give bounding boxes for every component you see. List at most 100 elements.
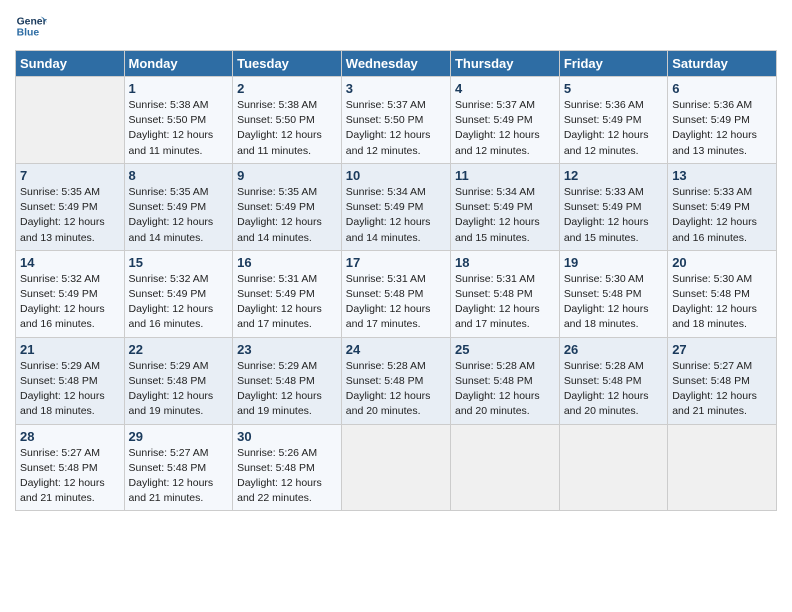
page-header: General Blue [15,10,777,42]
calendar-cell: 21 Sunrise: 5:29 AMSunset: 5:48 PMDayligh… [16,337,125,424]
weekday-header-monday: Monday [124,51,233,77]
calendar-cell: 2 Sunrise: 5:38 AMSunset: 5:50 PMDaylight… [233,77,342,164]
weekday-header-sunday: Sunday [16,51,125,77]
day-info: Sunrise: 5:27 AMSunset: 5:48 PMDaylight:… [129,446,229,507]
day-info: Sunrise: 5:27 AMSunset: 5:48 PMDaylight:… [20,446,120,507]
logo: General Blue [15,10,51,42]
day-number: 8 [129,168,229,183]
calendar-cell [16,77,125,164]
weekday-header-tuesday: Tuesday [233,51,342,77]
day-info: Sunrise: 5:35 AMSunset: 5:49 PMDaylight:… [129,185,229,246]
logo-icon: General Blue [15,10,47,42]
day-info: Sunrise: 5:27 AMSunset: 5:48 PMDaylight:… [672,359,772,420]
calendar-cell: 14 Sunrise: 5:32 AMSunset: 5:49 PMDayligh… [16,250,125,337]
day-number: 11 [455,168,555,183]
day-number: 13 [672,168,772,183]
calendar-cell: 9 Sunrise: 5:35 AMSunset: 5:49 PMDaylight… [233,163,342,250]
calendar-week-3: 14 Sunrise: 5:32 AMSunset: 5:49 PMDayligh… [16,250,777,337]
day-number: 9 [237,168,337,183]
day-number: 2 [237,81,337,96]
day-number: 14 [20,255,120,270]
calendar-cell [668,424,777,511]
day-info: Sunrise: 5:28 AMSunset: 5:48 PMDaylight:… [455,359,555,420]
calendar-cell: 17Sunrise: 5:31 AMSunset: 5:48 PMDayligh… [341,250,450,337]
calendar-cell: 16Sunrise: 5:31 AMSunset: 5:49 PMDayligh… [233,250,342,337]
day-info: Sunrise: 5:28 AMSunset: 5:48 PMDaylight:… [564,359,663,420]
day-number: 1 [129,81,229,96]
calendar-cell: 1 Sunrise: 5:38 AMSunset: 5:50 PMDaylight… [124,77,233,164]
calendar-week-2: 7 Sunrise: 5:35 AMSunset: 5:49 PMDaylight… [16,163,777,250]
weekday-header-wednesday: Wednesday [341,51,450,77]
calendar-cell: 4 Sunrise: 5:37 AMSunset: 5:49 PMDaylight… [450,77,559,164]
calendar-cell: 26 Sunrise: 5:28 AMSunset: 5:48 PMDayligh… [559,337,667,424]
day-info: Sunrise: 5:31 AMSunset: 5:48 PMDaylight:… [455,272,555,333]
day-info: Sunrise: 5:38 AMSunset: 5:50 PMDaylight:… [237,98,337,159]
svg-text:Blue: Blue [17,28,40,39]
day-info: Sunrise: 5:30 AMSunset: 5:48 PMDaylight:… [564,272,663,333]
calendar-cell: 28 Sunrise: 5:27 AMSunset: 5:48 PMDayligh… [16,424,125,511]
day-number: 23 [237,342,337,357]
calendar-header-row: SundayMondayTuesdayWednesdayThursdayFrid… [16,51,777,77]
day-info: Sunrise: 5:31 AMSunset: 5:48 PMDaylight:… [346,272,446,333]
calendar-cell: 20Sunrise: 5:30 AMSunset: 5:48 PMDayligh… [668,250,777,337]
day-info: Sunrise: 5:26 AMSunset: 5:48 PMDaylight:… [237,446,337,507]
day-number: 21 [20,342,120,357]
day-info: Sunrise: 5:31 AMSunset: 5:49 PMDaylight:… [237,272,337,333]
day-number: 6 [672,81,772,96]
day-info: Sunrise: 5:28 AMSunset: 5:48 PMDaylight:… [346,359,446,420]
day-info: Sunrise: 5:33 AMSunset: 5:49 PMDaylight:… [672,185,772,246]
day-number: 15 [129,255,229,270]
day-info: Sunrise: 5:37 AMSunset: 5:49 PMDaylight:… [455,98,555,159]
calendar-cell: 13 Sunrise: 5:33 AMSunset: 5:49 PMDayligh… [668,163,777,250]
calendar-cell: 24 Sunrise: 5:28 AMSunset: 5:48 PMDayligh… [341,337,450,424]
day-number: 25 [455,342,555,357]
day-info: Sunrise: 5:38 AMSunset: 5:50 PMDaylight:… [129,98,229,159]
day-info: Sunrise: 5:29 AMSunset: 5:48 PMDaylight:… [237,359,337,420]
day-number: 24 [346,342,446,357]
day-info: Sunrise: 5:35 AMSunset: 5:49 PMDaylight:… [20,185,120,246]
day-number: 28 [20,429,120,444]
day-number: 4 [455,81,555,96]
calendar-cell: 15 Sunrise: 5:32 AMSunset: 5:49 PMDayligh… [124,250,233,337]
calendar-cell: 30 Sunrise: 5:26 AMSunset: 5:48 PMDayligh… [233,424,342,511]
day-info: Sunrise: 5:36 AMSunset: 5:49 PMDaylight:… [672,98,772,159]
day-number: 20 [672,255,772,270]
day-info: Sunrise: 5:34 AMSunset: 5:49 PMDaylight:… [455,185,555,246]
calendar-cell: 22Sunrise: 5:29 AMSunset: 5:48 PMDayligh… [124,337,233,424]
calendar-table: SundayMondayTuesdayWednesdayThursdayFrid… [15,50,777,511]
calendar-body: 1 Sunrise: 5:38 AMSunset: 5:50 PMDaylight… [16,77,777,511]
day-info: Sunrise: 5:32 AMSunset: 5:49 PMDaylight:… [129,272,229,333]
day-number: 10 [346,168,446,183]
day-number: 29 [129,429,229,444]
day-number: 19 [564,255,663,270]
calendar-cell: 29 Sunrise: 5:27 AMSunset: 5:48 PMDayligh… [124,424,233,511]
day-number: 12 [564,168,663,183]
day-number: 27 [672,342,772,357]
day-info: Sunrise: 5:34 AMSunset: 5:49 PMDaylight:… [346,185,446,246]
day-info: Sunrise: 5:33 AMSunset: 5:49 PMDaylight:… [564,185,663,246]
calendar-cell [450,424,559,511]
calendar-cell [341,424,450,511]
day-info: Sunrise: 5:35 AMSunset: 5:49 PMDaylight:… [237,185,337,246]
calendar-cell: 23 Sunrise: 5:29 AMSunset: 5:48 PMDayligh… [233,337,342,424]
day-info: Sunrise: 5:37 AMSunset: 5:50 PMDaylight:… [346,98,446,159]
weekday-header-friday: Friday [559,51,667,77]
day-number: 26 [564,342,663,357]
calendar-cell: 18Sunrise: 5:31 AMSunset: 5:48 PMDayligh… [450,250,559,337]
day-info: Sunrise: 5:29 AMSunset: 5:48 PMDaylight:… [20,359,120,420]
weekday-header-thursday: Thursday [450,51,559,77]
calendar-cell: 8 Sunrise: 5:35 AMSunset: 5:49 PMDaylight… [124,163,233,250]
calendar-cell: 10 Sunrise: 5:34 AMSunset: 5:49 PMDayligh… [341,163,450,250]
calendar-week-1: 1 Sunrise: 5:38 AMSunset: 5:50 PMDaylight… [16,77,777,164]
calendar-cell: 25 Sunrise: 5:28 AMSunset: 5:48 PMDayligh… [450,337,559,424]
calendar-week-4: 21 Sunrise: 5:29 AMSunset: 5:48 PMDayligh… [16,337,777,424]
calendar-cell: 11 Sunrise: 5:34 AMSunset: 5:49 PMDayligh… [450,163,559,250]
day-number: 30 [237,429,337,444]
calendar-week-5: 28 Sunrise: 5:27 AMSunset: 5:48 PMDayligh… [16,424,777,511]
day-number: 5 [564,81,663,96]
weekday-header-saturday: Saturday [668,51,777,77]
calendar-cell: 6 Sunrise: 5:36 AMSunset: 5:49 PMDaylight… [668,77,777,164]
day-number: 7 [20,168,120,183]
calendar-cell: 7 Sunrise: 5:35 AMSunset: 5:49 PMDaylight… [16,163,125,250]
day-info: Sunrise: 5:32 AMSunset: 5:49 PMDaylight:… [20,272,120,333]
